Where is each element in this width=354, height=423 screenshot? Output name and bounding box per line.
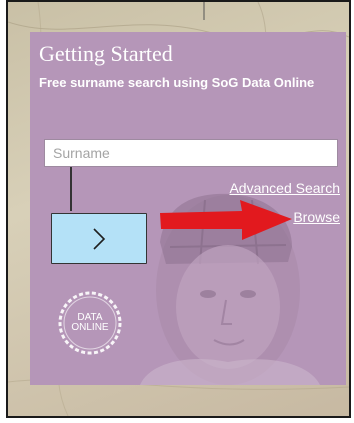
search-widget-frame: Getting Started Free surname search usin…: [6, 0, 351, 418]
browse-link[interactable]: Browse: [293, 209, 340, 225]
annotation-connector-line: [70, 167, 72, 211]
advanced-search-link[interactable]: Advanced Search: [229, 180, 340, 196]
chevron-right-icon: [93, 227, 106, 250]
badge-label: DATA ONLINE: [57, 290, 123, 356]
surname-input[interactable]: [44, 139, 338, 167]
panel-title: Getting Started: [39, 41, 173, 66]
getting-started-panel: Getting Started Free surname search usin…: [30, 32, 346, 385]
red-arrow-icon: [160, 200, 292, 240]
data-online-badge: DATA ONLINE: [57, 290, 123, 356]
panel-subtitle: Free surname search using SoG Data Onlin…: [39, 75, 315, 90]
search-go-button[interactable]: [51, 213, 147, 264]
badge-line-online: ONLINE: [71, 322, 109, 333]
